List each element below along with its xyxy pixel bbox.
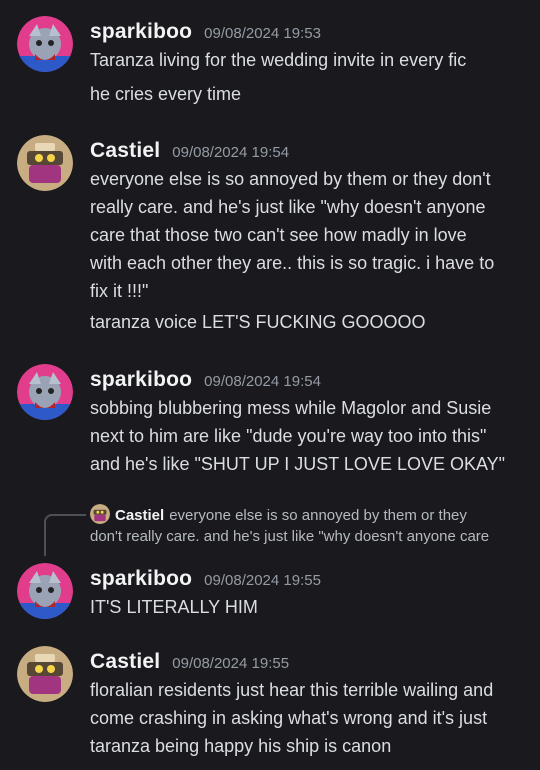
timestamp: 09/08/2024 19:55 [204, 572, 321, 589]
message-text: care that those two can't see how madly … [90, 225, 467, 245]
message-text: really care. and he's just like "why doe… [90, 197, 486, 217]
message-text: next to him are like "dude you're way to… [90, 426, 487, 446]
reply-preview[interactable]: Castiel everyone else is so annoyed by th… [90, 504, 467, 524]
message-text: with each other they are.. this is so tr… [90, 253, 495, 273]
castiel-mini-avatar-icon [90, 504, 110, 524]
author-name[interactable]: sparkiboo [90, 368, 192, 391]
author-name[interactable]: sparkiboo [90, 20, 192, 43]
message-text: and he's like "SHUT UP I JUST LOVE LOVE … [90, 454, 506, 474]
castiel-avatar-icon[interactable] [17, 135, 73, 191]
castiel-avatar-icon[interactable] [17, 646, 73, 702]
timestamp: 09/08/2024 19:53 [204, 25, 321, 42]
message-text: everyone else is so annoyed by them or t… [90, 169, 491, 189]
timestamp: 09/08/2024 19:54 [172, 144, 290, 161]
message-text: he cries every time [90, 84, 242, 104]
chat-log: sparkiboo 09/08/2024 19:53 Taranza living… [0, 0, 540, 770]
timestamp: 09/08/2024 19:54 [204, 373, 321, 390]
reply-connector [44, 514, 86, 556]
message-text: sobbing blubbering mess while Magolor an… [90, 398, 492, 418]
message-text: Taranza living for the wedding invite in… [90, 50, 467, 70]
author-name[interactable]: Castiel [90, 650, 160, 673]
reply-text: everyone else is so annoyed by them or t… [169, 507, 467, 524]
author-name[interactable]: Castiel [90, 139, 160, 162]
reply-preview-continued: don't really care. and he's just like "w… [90, 528, 490, 545]
message-text: come crashing in asking what's wrong and… [90, 708, 488, 728]
message-text: fix it !!!" [90, 281, 149, 301]
message-text: floralian residents just hear this terri… [90, 680, 494, 700]
sparkiboo-avatar-icon[interactable] [17, 16, 73, 72]
reply-author: Castiel [115, 507, 165, 524]
sparkiboo-avatar-icon[interactable] [17, 364, 73, 420]
author-name[interactable]: sparkiboo [90, 567, 192, 590]
sparkiboo-avatar-icon[interactable] [17, 563, 73, 619]
message-text: IT'S LITERALLY HIM [90, 597, 258, 617]
message-text: taranza being happy his ship is canon [90, 736, 392, 756]
message-text: taranza voice LET'S FUCKING GOOOOO [90, 312, 426, 332]
timestamp: 09/08/2024 19:55 [172, 655, 290, 672]
